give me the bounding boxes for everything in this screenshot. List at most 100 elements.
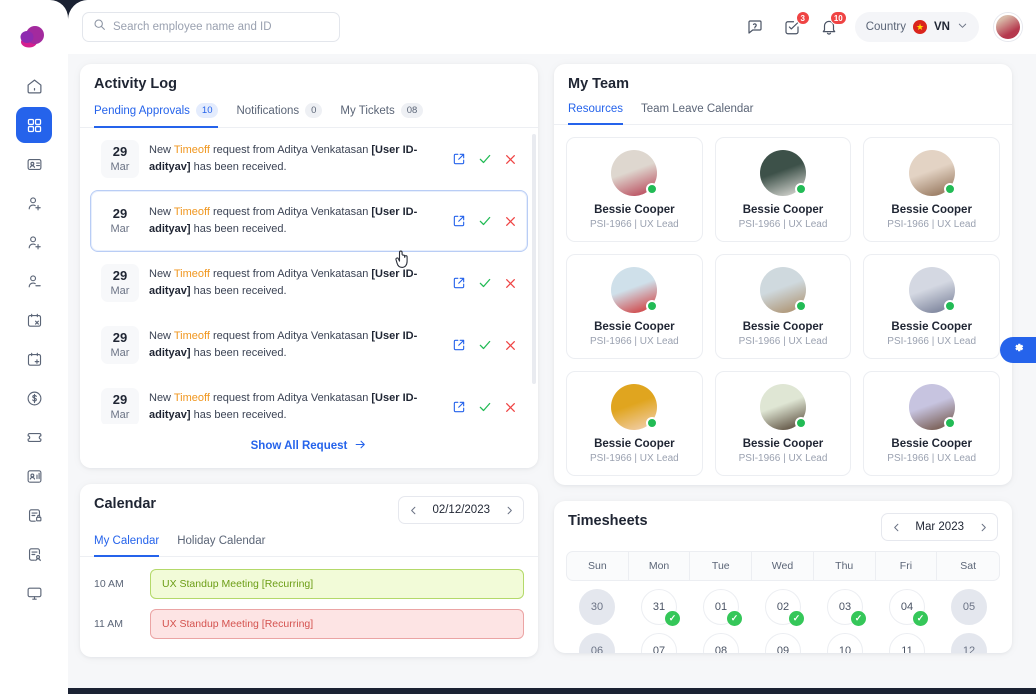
timesheets-month-stepper[interactable]: Mar 2023 — [881, 513, 998, 541]
brand-logo[interactable] — [12, 14, 56, 58]
activity-log-scrollbar[interactable] — [532, 134, 536, 385]
search-box[interactable] — [82, 12, 340, 42]
calendar-event[interactable]: UX Standup Meeting [Recurring] — [150, 569, 524, 600]
sidebar-item-home[interactable] — [16, 68, 52, 104]
timesheet-cell: 04 ✓ — [876, 589, 938, 626]
tab-holiday-calendar[interactable]: Holiday Calendar — [177, 535, 265, 557]
tab-team-leave-calendar[interactable]: Team Leave Calendar — [641, 103, 754, 125]
tab-notifications[interactable]: Notifications 0 — [236, 103, 323, 128]
show-all-request-link[interactable]: Show All Request — [251, 438, 368, 454]
external-link-icon[interactable] — [452, 338, 466, 352]
calendar-event-row: 10 AM UX Standup Meeting [Recurring] — [94, 569, 524, 600]
activity-row-month: Mar — [110, 346, 130, 359]
sidebar-item-performance[interactable] — [16, 458, 52, 494]
timesheet-day[interactable]: 04 ✓ — [889, 589, 928, 626]
sidebar-item-assets[interactable] — [16, 575, 52, 611]
team-member-card[interactable]: Bessie Cooper PSI-1966 | UX Lead — [714, 254, 852, 359]
activity-log-row[interactable]: 29 Mar New Timeoff request from Aditya Ven… — [90, 128, 528, 190]
timesheet-day[interactable]: 06 — [579, 633, 615, 653]
activity-row-actions — [452, 338, 517, 352]
task-check-icon[interactable]: 3 — [781, 11, 810, 38]
chevron-right-icon[interactable] — [974, 517, 992, 537]
timesheet-day[interactable]: 11 — [889, 633, 925, 653]
tab-resources[interactable]: Resources — [568, 103, 623, 125]
x-icon[interactable] — [504, 215, 517, 228]
activity-log-row[interactable]: 29 Mar New Timeoff request from Aditya Ven… — [90, 190, 528, 253]
timesheet-cell: 05 — [938, 589, 1000, 625]
my-team-list[interactable]: Bessie Cooper PSI-1966 | UX Lead Bessie Co… — [554, 125, 1012, 485]
external-link-icon[interactable] — [452, 214, 466, 228]
sidebar-item-policies[interactable] — [16, 497, 52, 533]
timesheet-day[interactable]: 09 — [765, 633, 801, 653]
activity-log-tabs: Pending Approvals 10 Notifications 0 My … — [80, 103, 538, 129]
timesheet-day[interactable]: 07 — [641, 633, 677, 653]
sidebar-item-tickets[interactable] — [16, 419, 52, 455]
external-link-icon[interactable] — [452, 276, 466, 290]
tab-my-calendar[interactable]: My Calendar — [94, 535, 160, 558]
avatar — [908, 150, 956, 196]
page-title: Activity Log — [94, 76, 177, 92]
check-icon[interactable] — [478, 214, 492, 228]
team-member-card[interactable]: Bessie Cooper PSI-1966 | UX Lead — [714, 137, 852, 242]
check-icon[interactable] — [478, 400, 492, 414]
check-icon[interactable] — [478, 276, 492, 290]
tab-my-tickets[interactable]: My Tickets 08 — [340, 103, 424, 128]
timesheet-day[interactable]: 10 — [827, 633, 863, 653]
external-link-icon[interactable] — [452, 400, 466, 414]
activity-log-row[interactable]: 29 Mar New Timeoff request from Aditya Ven… — [90, 376, 528, 425]
status-badge — [646, 417, 659, 429]
x-icon[interactable] — [504, 153, 517, 166]
calendar-event-time: 11 AM — [94, 618, 123, 631]
help-chat-icon[interactable] — [744, 16, 766, 38]
timesheet-day[interactable]: 03 ✓ — [827, 589, 866, 626]
profile-avatar[interactable] — [994, 13, 1022, 41]
activity-log-footer: Show All Request — [80, 424, 538, 469]
check-icon[interactable] — [478, 338, 492, 352]
team-member-card[interactable]: Bessie Cooper PSI-1966 | UX Lead — [566, 137, 703, 242]
sidebar-item-recruitment[interactable] — [16, 224, 52, 260]
chevron-left-icon[interactable] — [404, 500, 422, 520]
x-icon[interactable] — [504, 401, 517, 414]
team-member-card[interactable]: Bessie Cooper PSI-1966 | UX Lead — [863, 137, 1000, 242]
sidebar-item-dashboard[interactable] — [16, 107, 52, 143]
external-link-icon[interactable] — [452, 152, 466, 166]
sidebar-item-offboarding[interactable] — [16, 263, 52, 299]
tab-count: 08 — [400, 103, 424, 119]
sidebar-item-onboarding[interactable] — [16, 185, 52, 221]
timesheet-day[interactable]: 08 — [703, 633, 739, 653]
activity-log-row[interactable]: 29 Mar New Timeoff request from Aditya Ven… — [90, 252, 528, 314]
team-member-card[interactable]: Bessie Cooper PSI-1966 | UX Lead — [863, 254, 1000, 359]
timesheet-day[interactable]: 02 ✓ — [765, 589, 804, 626]
timesheet-day[interactable]: 30 — [579, 589, 615, 625]
check-icon[interactable] — [478, 152, 492, 166]
search-input[interactable] — [113, 21, 329, 33]
left-column: Activity Log Pending Approvals 10 Notifi… — [80, 64, 538, 658]
x-icon[interactable] — [504, 277, 517, 290]
team-member-card[interactable]: Bessie Cooper PSI-1966 | UX Lead — [714, 371, 852, 476]
activity-log-row[interactable]: 29 Mar New Timeoff request from Aditya Ven… — [90, 314, 528, 376]
timesheet-day[interactable]: 12 — [951, 633, 987, 653]
timesheet-day[interactable]: 31 ✓ — [641, 589, 680, 626]
calendar-date-stepper[interactable]: 02/12/2023 — [398, 496, 524, 525]
timesheet-day[interactable]: 01 ✓ — [703, 589, 742, 626]
team-member-card[interactable]: Bessie Cooper PSI-1966 | UX Lead — [863, 371, 1000, 476]
sidebar-item-schedule[interactable] — [16, 341, 52, 377]
bell-icon[interactable]: 10 — [818, 11, 847, 38]
sidebar-item-employee-directory[interactable] — [16, 146, 52, 182]
timesheet-day[interactable]: 05 — [951, 589, 987, 625]
settings-fab-button[interactable] — [1000, 337, 1036, 363]
chevron-right-icon[interactable] — [500, 500, 518, 520]
timesheet-day-header: Sat — [960, 560, 977, 572]
activity-log-list[interactable]: 29 Mar New Timeoff request from Aditya Ven… — [80, 128, 538, 425]
calendar-event[interactable]: UX Standup Meeting [Recurring] — [150, 609, 524, 640]
chevron-left-icon[interactable] — [887, 517, 905, 537]
sidebar-item-reports[interactable] — [16, 536, 52, 572]
tab-pending-approvals[interactable]: Pending Approvals 10 — [94, 103, 219, 129]
team-member-card[interactable]: Bessie Cooper PSI-1966 | UX Lead — [566, 254, 703, 359]
country-selector[interactable]: Country ★ VN — [854, 12, 979, 42]
tab-label: Pending Approvals — [94, 104, 190, 117]
x-icon[interactable] — [504, 339, 517, 352]
sidebar-item-leave[interactable] — [16, 302, 52, 338]
team-member-card[interactable]: Bessie Cooper PSI-1966 | UX Lead — [566, 371, 703, 476]
sidebar-item-payroll[interactable] — [16, 380, 52, 416]
